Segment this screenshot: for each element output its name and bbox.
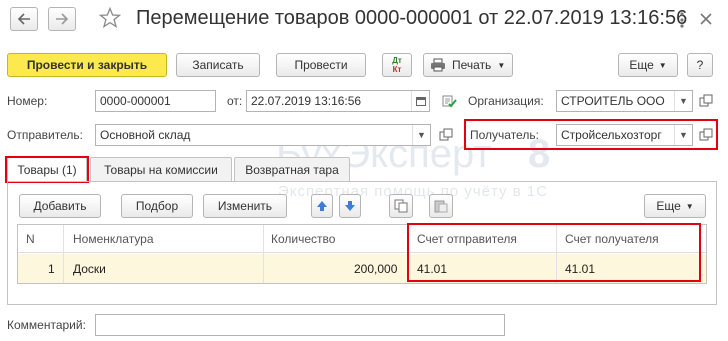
sender-field[interactable]: Основной склад ▼ [95,124,431,146]
column-divider [408,225,409,283]
paste-button[interactable] [429,194,453,218]
organization-label: Организация: [468,94,544,108]
table-more-button[interactable]: Еще ▼ [644,194,706,218]
cell-receiver-account[interactable]: 41.01 [565,262,595,276]
printer-icon [431,58,445,72]
back-button[interactable] [10,7,38,31]
column-header-n[interactable]: N [26,232,35,246]
receiver-field[interactable]: Стройсельхозторг ▼ [556,124,693,146]
table-more-label: Еще [656,199,681,213]
page-title: Перемещение товаров 0000-000001 от 22.07… [136,7,688,29]
number-label: Номер: [7,94,48,108]
more-vertical-icon[interactable] [676,10,688,30]
arrow-down-icon [345,201,355,211]
arrow-right-icon [56,13,69,25]
cell-sender-account[interactable]: 41.01 [417,262,447,276]
print-button[interactable]: Печать ▼ [423,53,513,77]
more-label: Еще [629,58,654,72]
number-field[interactable]: 0000-000001 [95,90,216,112]
column-header-quantity[interactable]: Количество [271,232,335,246]
move-up-button[interactable] [311,194,333,218]
comment-field[interactable] [95,314,505,336]
move-down-button[interactable] [339,194,361,218]
date-field[interactable]: 22.07.2019 13:16:56 [246,90,430,112]
dropdown-arrow-icon[interactable]: ▼ [412,125,430,145]
dt-kt-button[interactable]: Дт Кт [382,53,412,77]
print-label: Печать [452,58,492,72]
cell-row-number: 1 [48,262,55,276]
arrow-left-icon [17,13,30,25]
chevron-down-icon: ▼ [497,60,506,70]
column-header-sender-account[interactable]: Счет отправителя [417,232,517,246]
kt-label: Кт [392,65,402,74]
chevron-down-icon: ▼ [658,60,667,70]
column-divider [63,225,64,283]
arrow-up-icon [317,201,327,211]
favorite-star-icon[interactable] [98,6,122,30]
copy-icon [394,199,408,213]
paste-icon [434,200,448,213]
receiver-label: Получатель: [470,128,539,142]
help-button[interactable]: ? [687,53,713,77]
tab-commission-goods[interactable]: Товары на комиссии [90,157,232,181]
receiver-value: Стройсельхозторг [561,128,662,142]
date-label: от: [227,94,243,108]
select-button[interactable]: Подбор [121,194,193,218]
post-button[interactable]: Провести [276,53,366,77]
column-header-receiver-account[interactable]: Счет получателя [565,232,659,246]
organization-field[interactable]: СТРОИТЕЛЬ ООО ▼ [556,90,693,112]
calendar-icon[interactable] [411,91,429,111]
close-icon[interactable] [697,10,715,28]
date-value: 22.07.2019 13:16:56 [251,94,362,108]
cell-quantity[interactable]: 200,000 [354,262,397,276]
open-receiver-icon[interactable] [697,126,715,144]
tab-goods[interactable]: Товары (1) [7,157,87,182]
change-button[interactable]: Изменить [203,194,287,218]
dt-label: Дт [392,56,402,65]
dropdown-arrow-icon[interactable]: ▼ [674,91,692,111]
add-button[interactable]: Добавить [19,194,101,218]
document-status-icon [441,93,457,109]
cell-nomenclature[interactable]: Доски [73,262,106,276]
column-divider [263,225,264,283]
tab-returnable-packaging[interactable]: Возвратная тара [234,157,350,181]
column-divider [556,225,557,283]
copy-button[interactable] [389,194,413,218]
comment-label: Комментарий: [7,318,86,332]
organization-value: СТРОИТЕЛЬ ООО [561,94,665,108]
open-sender-icon[interactable] [437,126,455,144]
more-button[interactable]: Еще ▼ [618,53,678,77]
sender-value: Основной склад [100,128,191,142]
chevron-down-icon: ▼ [685,201,694,211]
post-and-close-button[interactable]: Провести и закрыть [7,53,167,77]
save-button[interactable]: Записать [176,53,260,77]
sender-label: Отправитель: [7,128,83,142]
column-header-nomenclature[interactable]: Номенклатура [73,232,154,246]
forward-button[interactable] [48,7,76,31]
open-organization-icon[interactable] [697,92,715,110]
dropdown-arrow-icon[interactable]: ▼ [674,125,692,145]
